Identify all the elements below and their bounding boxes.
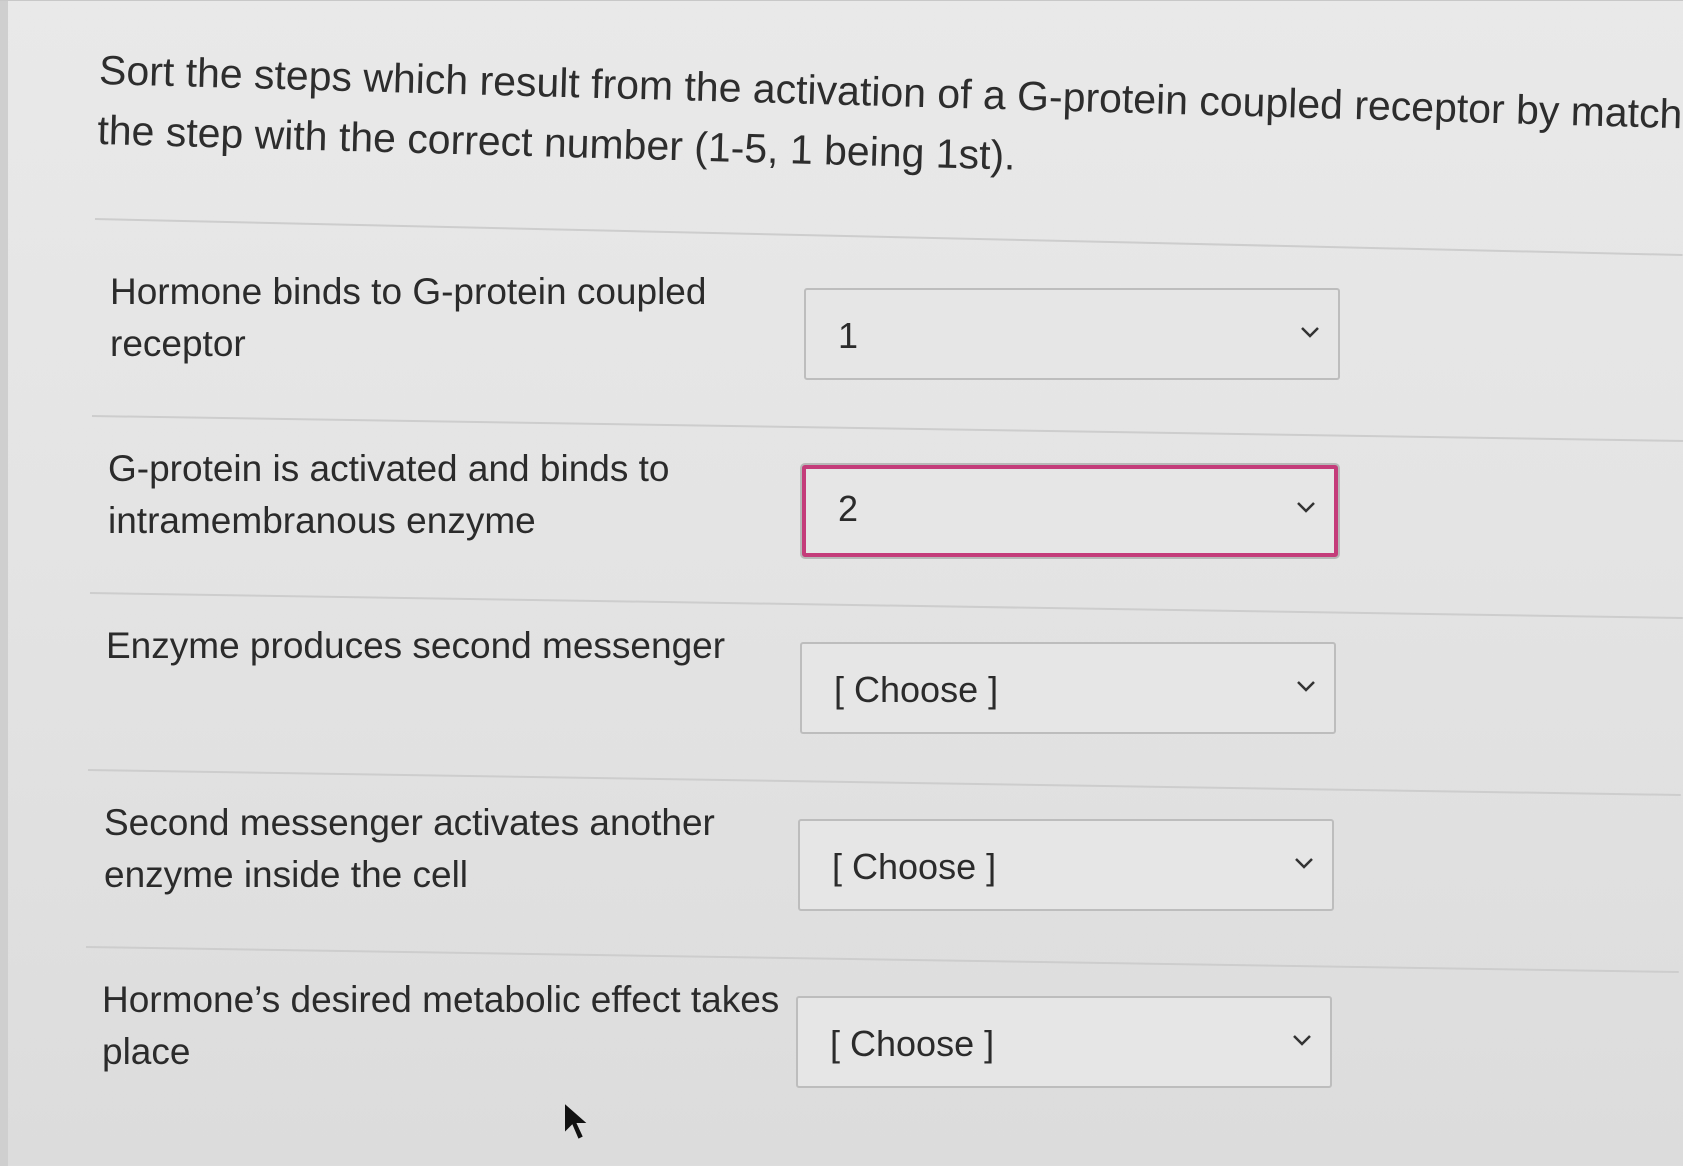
step-label-line-2: receptor: [110, 323, 246, 364]
select-value: 1: [838, 315, 859, 356]
step-order-select[interactable]: 2: [802, 465, 1338, 557]
step-label-line-2: place: [102, 1031, 191, 1072]
select-value: [ Choose ]: [830, 1023, 995, 1064]
step-label-line-1: Second messenger activates another: [104, 802, 715, 843]
step-label-line-2: enzyme inside the cell: [104, 854, 469, 895]
step-order-select[interactable]: 1: [804, 288, 1340, 380]
mouse-pointer-icon: [563, 1100, 592, 1142]
step-label: G-protein is activated and binds to intr…: [108, 443, 808, 547]
step-label-line-1: Enzyme produces second messenger: [106, 625, 726, 666]
step-label: Enzyme produces second messenger: [106, 620, 806, 672]
chevron-down-icon: [1297, 502, 1315, 513]
chevron-down-icon: [1295, 858, 1313, 869]
chevron-down-icon: [1301, 327, 1319, 338]
select-value: [ Choose ]: [832, 846, 997, 887]
step-label: Second messenger activates another enzym…: [104, 797, 804, 901]
matching-row: Enzyme produces second messenger [ Choos…: [87, 594, 1681, 797]
matching-list: Hormone binds to G-protein coupled recep…: [85, 240, 1683, 1125]
step-label-line-1: Hormone binds to G-protein coupled: [110, 271, 707, 312]
top-divider: [0, 0, 1683, 1]
question-prompt: Sort the steps which result from the act…: [97, 40, 1683, 204]
step-order-select[interactable]: [ Choose ]: [798, 819, 1334, 911]
select-value: [ Choose ]: [834, 669, 999, 710]
step-label: Hormone’s desired metabolic effect takes…: [102, 974, 802, 1078]
step-order-select[interactable]: [ Choose ]: [800, 642, 1336, 734]
step-label-line-1: Hormone’s desired metabolic effect takes: [102, 979, 780, 1020]
select-value: 2: [838, 488, 859, 529]
step-order-select[interactable]: [ Choose ]: [796, 996, 1332, 1088]
matching-row: G-protein is activated and binds to intr…: [89, 417, 1683, 620]
chevron-down-icon: [1293, 1035, 1311, 1046]
matching-row: Hormone binds to G-protein coupled recep…: [91, 240, 1683, 443]
matching-row: Hormone’s desired metabolic effect takes…: [84, 948, 1677, 1125]
step-label: Hormone binds to G-protein coupled recep…: [110, 266, 810, 370]
matching-row: Second messenger activates another enzym…: [85, 771, 1679, 974]
page-left-edge: [0, 0, 8, 1166]
chevron-down-icon: [1297, 681, 1315, 692]
step-label-line-2: intramembranous enzyme: [108, 500, 536, 541]
step-label-line-1: G-protein is activated and binds to: [108, 448, 670, 489]
